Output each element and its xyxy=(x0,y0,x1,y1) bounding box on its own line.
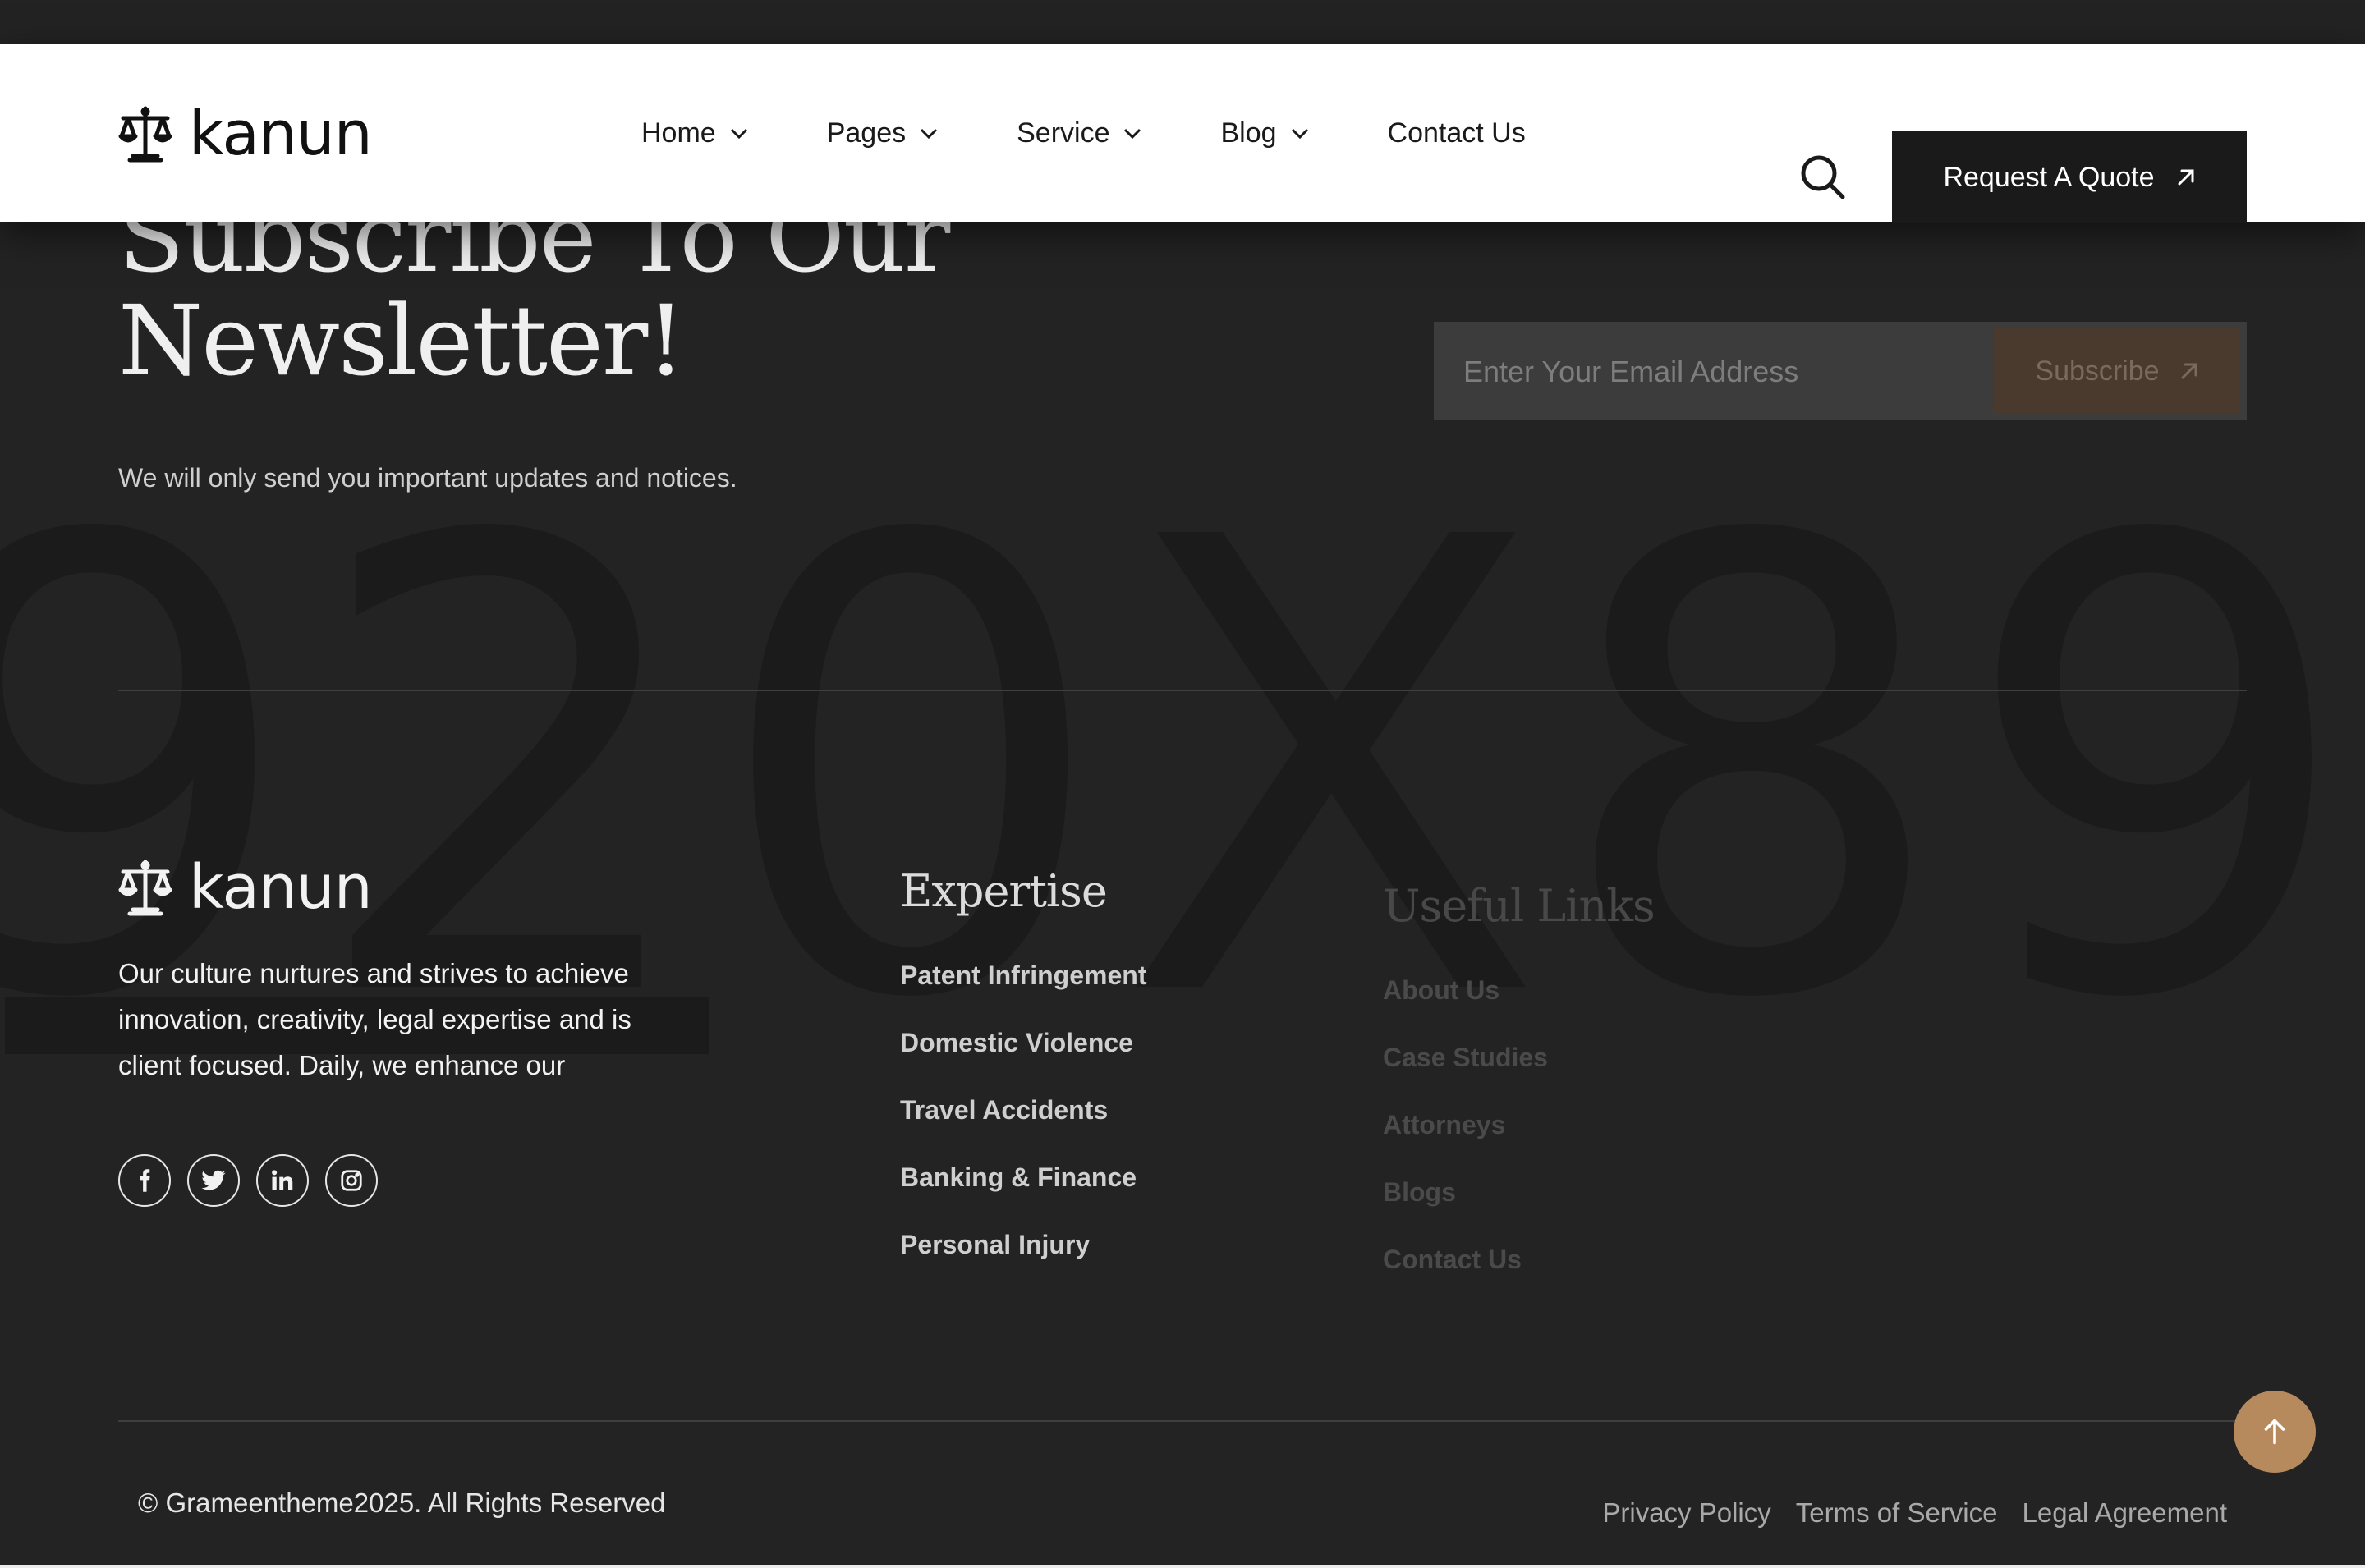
email-input[interactable] xyxy=(1434,322,1991,422)
header-logo[interactable]: kanun xyxy=(118,99,373,169)
legal-links: Privacy Policy Terms of Service Legal Ag… xyxy=(1577,1497,2227,1529)
expertise-link[interactable]: Banking & Finance xyxy=(900,1161,1146,1228)
footer-top-divider xyxy=(118,690,2247,691)
useful-link[interactable]: Attorneys xyxy=(1383,1108,1548,1176)
privacy-policy-link[interactable]: Privacy Policy xyxy=(1602,1497,1770,1529)
subscribe-label: Subscribe xyxy=(2035,355,2160,387)
arrow-up-right-icon xyxy=(2178,169,2194,186)
twitter-link[interactable] xyxy=(187,1154,240,1207)
arrow-up-right-icon xyxy=(2181,363,2197,379)
twitter-icon xyxy=(201,1170,226,1190)
brand-name: kanun xyxy=(189,99,373,169)
arrow-up-icon xyxy=(2264,1418,2285,1445)
subscribe-button[interactable]: Subscribe xyxy=(1994,328,2240,414)
search-icon[interactable] xyxy=(1800,154,1846,200)
nav-blog-label: Blog xyxy=(1220,117,1277,149)
scroll-to-top-button[interactable] xyxy=(2234,1391,2316,1473)
main-navbar: kanun Home Pages Service Blog Contact Us… xyxy=(0,44,2365,223)
chevron-down-icon xyxy=(1124,128,1141,140)
facebook-icon xyxy=(140,1169,150,1192)
expertise-link[interactable]: Patent Infringement xyxy=(900,959,1146,1026)
instagram-icon xyxy=(341,1170,362,1191)
request-quote-button[interactable]: Request A Quote xyxy=(1892,131,2247,223)
instagram-link[interactable] xyxy=(325,1154,378,1207)
nav-service-label: Service xyxy=(1017,117,1110,149)
nav-pages-label: Pages xyxy=(826,117,907,149)
useful-link[interactable]: About Us xyxy=(1383,974,1548,1041)
useful-link[interactable]: Contact Us xyxy=(1383,1243,1548,1310)
nav-home[interactable]: Home xyxy=(641,117,749,149)
footer-logo[interactable]: kanun xyxy=(118,852,373,923)
nav-contact[interactable]: Contact Us xyxy=(1388,117,1526,149)
expertise-title: Expertise xyxy=(900,865,1108,917)
chevron-down-icon xyxy=(1291,128,1308,140)
terms-of-service-link[interactable]: Terms of Service xyxy=(1796,1497,1998,1529)
footer-brand-name: kanun xyxy=(189,852,373,923)
nav-home-label: Home xyxy=(641,117,716,149)
chevron-down-icon xyxy=(730,128,747,140)
linkedin-link[interactable] xyxy=(256,1154,309,1207)
social-links xyxy=(118,1154,394,1207)
primary-nav: Home Pages Service Blog Contact Us xyxy=(641,44,1526,222)
newsletter-title-line2: Newsletter! xyxy=(118,284,686,397)
legal-agreement-link[interactable]: Legal Agreement xyxy=(2022,1497,2227,1529)
expertise-link[interactable]: Domestic Violence xyxy=(900,1026,1146,1093)
expertise-link[interactable]: Travel Accidents xyxy=(900,1093,1146,1161)
newsletter-form: Subscribe xyxy=(1434,322,2247,422)
copyright-text: © Grameentheme2025. All Rights Reserved xyxy=(138,1488,666,1518)
expertise-list: Patent Infringement Domestic Violence Tr… xyxy=(900,959,1146,1295)
newsletter-subtitle: We will only send you important updates … xyxy=(118,463,737,493)
useful-links-title: Useful Links xyxy=(1383,880,1656,932)
expertise-link[interactable]: Personal Injury xyxy=(900,1228,1146,1295)
top-bar xyxy=(0,0,2365,44)
useful-link[interactable]: Case Studies xyxy=(1383,1041,1548,1108)
request-quote-label: Request A Quote xyxy=(1943,161,2155,193)
facebook-link[interactable] xyxy=(118,1154,171,1207)
linkedin-icon xyxy=(272,1170,293,1190)
useful-links-list: About Us Case Studies Attorneys Blogs Co… xyxy=(1383,974,1548,1310)
footer-about-text: Our culture nurtures and strives to achi… xyxy=(118,958,631,1080)
nav-pages[interactable]: Pages xyxy=(827,117,939,149)
scales-of-justice-icon xyxy=(118,106,172,163)
useful-link[interactable]: Blogs xyxy=(1383,1176,1548,1243)
nav-contact-label: Contact Us xyxy=(1387,117,1526,149)
nav-service[interactable]: Service xyxy=(1017,117,1142,149)
bottom-edge-line xyxy=(0,1565,2365,1568)
scales-of-justice-icon xyxy=(118,860,172,916)
chevron-down-icon xyxy=(921,128,938,140)
nav-blog[interactable]: Blog xyxy=(1220,117,1309,149)
footer-bottom-divider xyxy=(118,1420,2247,1422)
